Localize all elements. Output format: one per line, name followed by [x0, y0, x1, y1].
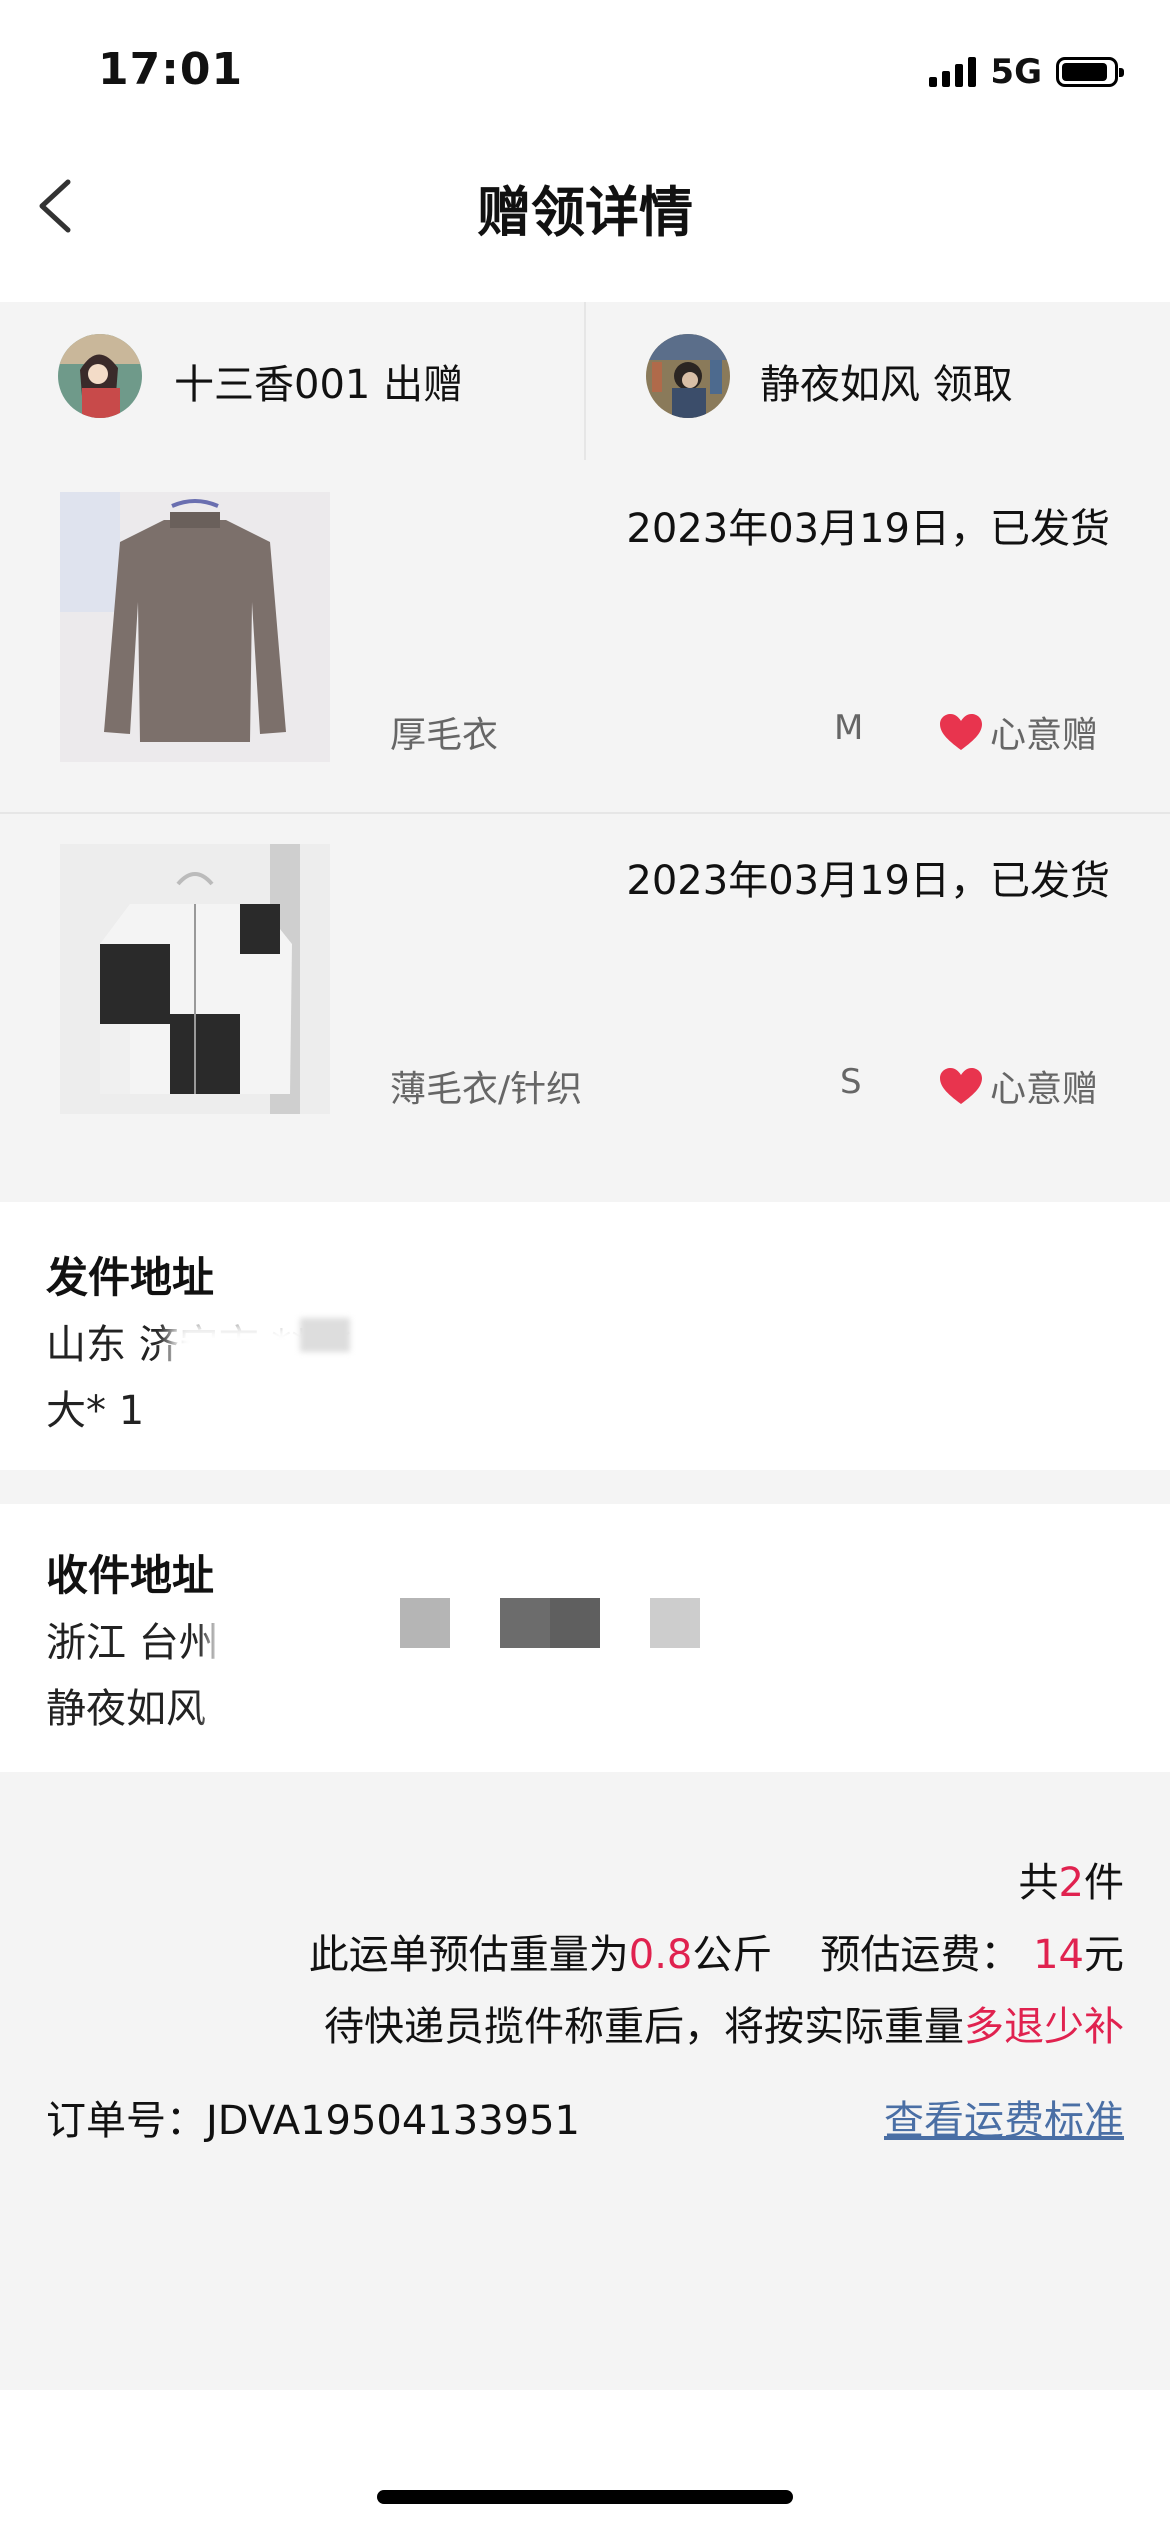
item-1-size: M — [834, 708, 864, 748]
giver-label: 十三香001 出赠 — [174, 352, 463, 410]
count-prefix: 共 — [1018, 1860, 1059, 1906]
giver-name: 十三香001 — [174, 362, 371, 408]
weight-prefix: 此运单预估重量为 — [308, 1932, 629, 1978]
item-2-name: 薄毛衣/针织 — [390, 1069, 583, 1110]
receiver-role: 领取 — [932, 362, 1013, 408]
receiver-address-line1: 浙江 台州 — [46, 1620, 219, 1666]
item-1-photo[interactable] — [60, 492, 330, 762]
weight-unit: 公斤 — [692, 1932, 773, 1978]
item-1-date-status: 2023年03月19日，已发货 — [626, 506, 1110, 552]
count-suffix: 件 — [1084, 1860, 1124, 1906]
receiver-address-line2: 静夜如风 — [46, 1686, 206, 1732]
item-2-size: S — [840, 1062, 862, 1102]
item-1-tag-label: 心意赠 — [990, 715, 1099, 756]
item-2-date-status: 2023年03月19日，已发货 — [626, 858, 1110, 904]
weight-fee-line: 此运单预估重量为0.8公斤 预估运费： 14元 — [309, 1922, 1124, 1980]
item-1-name: 厚毛衣 — [390, 715, 499, 756]
heart-icon — [940, 714, 982, 750]
shipping-summary — [0, 1772, 1170, 2390]
item-2-tag: 心意赠 — [938, 1060, 1098, 1112]
order-number-value: JDVA19504133951 — [206, 2098, 581, 2144]
network-label: 5G — [990, 52, 1042, 92]
item-divider — [0, 812, 1170, 814]
status-icons: 5G — [929, 52, 1124, 92]
item-2-tag-label: 心意赠 — [990, 1069, 1099, 1110]
weigh-note: 待快递员揽件称重后，将按实际重量多退少补 — [324, 1994, 1124, 2052]
battery-icon — [1056, 57, 1124, 87]
receiver-avatar[interactable] — [646, 334, 730, 418]
giver-avatar[interactable] — [58, 334, 142, 418]
section-gap — [0, 1470, 1170, 1504]
count-value: 2 — [1058, 1860, 1084, 1906]
item-count: 共2件 — [1019, 1850, 1124, 1908]
fee-unit: 元 — [1084, 1932, 1124, 1978]
participants-divider — [584, 302, 586, 460]
heart-icon — [940, 1068, 982, 1104]
page-title: 赠领详情 — [477, 181, 693, 244]
receiver-name: 静夜如风 — [760, 362, 920, 408]
fee-standard-link[interactable]: 查看运费标准 — [884, 2088, 1124, 2146]
signal-icon — [929, 57, 977, 87]
home-indicator[interactable] — [377, 2490, 793, 2504]
privacy-mosaic — [550, 1598, 600, 1648]
order-number: 订单号：JDVA19504133951 — [46, 2088, 580, 2146]
sender-address-title: 发件地址 — [46, 1253, 215, 1302]
note-highlight: 多退少补 — [964, 2004, 1124, 2050]
item-2-photo[interactable] — [60, 844, 330, 1114]
sender-address-line2: 大* 1 — [46, 1388, 145, 1434]
receiver-label: 静夜如风 领取 — [760, 352, 1013, 410]
privacy-mosaic — [650, 1598, 700, 1648]
status-time: 17:01 — [98, 44, 244, 95]
privacy-mosaic — [400, 1598, 450, 1648]
fee-label: 预估运费： — [820, 1932, 1021, 1978]
item-1-tag: 心意赠 — [938, 706, 1098, 758]
privacy-mosaic — [500, 1598, 550, 1648]
giver-role: 出赠 — [383, 362, 464, 408]
note-prefix: 待快递员揽件称重后，将按实际重量 — [324, 2004, 964, 2050]
receiver-address-title: 收件地址 — [46, 1551, 215, 1600]
fee-value: 14 — [1033, 1932, 1084, 1978]
weight-value: 0.8 — [628, 1932, 693, 1978]
privacy-mosaic — [300, 1318, 350, 1352]
order-label: 订单号： — [46, 2098, 206, 2144]
